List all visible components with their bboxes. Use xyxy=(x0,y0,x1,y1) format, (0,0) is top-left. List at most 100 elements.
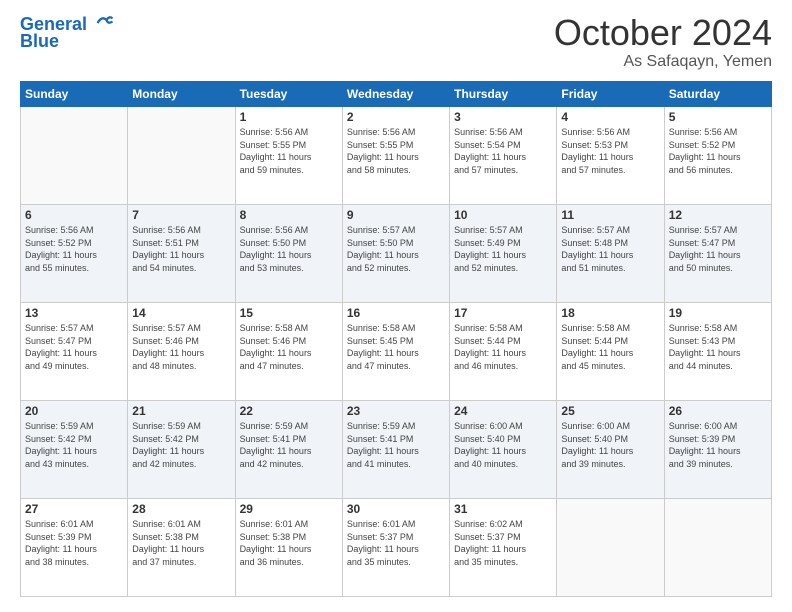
day-number: 14 xyxy=(132,306,230,320)
day-info: Sunrise: 6:01 AM Sunset: 5:39 PM Dayligh… xyxy=(25,518,123,568)
day-info: Sunrise: 5:56 AM Sunset: 5:52 PM Dayligh… xyxy=(669,126,767,176)
day-info: Sunrise: 5:59 AM Sunset: 5:42 PM Dayligh… xyxy=(25,420,123,470)
logo-icon xyxy=(94,14,116,32)
day-number: 28 xyxy=(132,502,230,516)
day-info: Sunrise: 5:59 AM Sunset: 5:42 PM Dayligh… xyxy=(132,420,230,470)
day-number: 29 xyxy=(240,502,338,516)
day-info: Sunrise: 5:57 AM Sunset: 5:49 PM Dayligh… xyxy=(454,224,552,274)
table-row: 23Sunrise: 5:59 AM Sunset: 5:41 PM Dayli… xyxy=(342,401,449,499)
day-info: Sunrise: 6:01 AM Sunset: 5:38 PM Dayligh… xyxy=(132,518,230,568)
table-row: 15Sunrise: 5:58 AM Sunset: 5:46 PM Dayli… xyxy=(235,303,342,401)
day-info: Sunrise: 5:56 AM Sunset: 5:50 PM Dayligh… xyxy=(240,224,338,274)
col-wednesday: Wednesday xyxy=(342,82,449,107)
day-number: 10 xyxy=(454,208,552,222)
title-block: October 2024 As Safaqayn, Yemen xyxy=(554,15,772,71)
table-row: 8Sunrise: 5:56 AM Sunset: 5:50 PM Daylig… xyxy=(235,205,342,303)
day-info: Sunrise: 6:02 AM Sunset: 5:37 PM Dayligh… xyxy=(454,518,552,568)
location-title: As Safaqayn, Yemen xyxy=(554,53,772,71)
day-info: Sunrise: 6:01 AM Sunset: 5:37 PM Dayligh… xyxy=(347,518,445,568)
day-number: 20 xyxy=(25,404,123,418)
month-title: October 2024 xyxy=(554,15,772,51)
day-info: Sunrise: 5:56 AM Sunset: 5:54 PM Dayligh… xyxy=(454,126,552,176)
table-row xyxy=(128,107,235,205)
day-number: 2 xyxy=(347,110,445,124)
logo: General Blue xyxy=(20,15,116,52)
day-info: Sunrise: 6:00 AM Sunset: 5:39 PM Dayligh… xyxy=(669,420,767,470)
col-thursday: Thursday xyxy=(450,82,557,107)
day-number: 11 xyxy=(561,208,659,222)
day-info: Sunrise: 5:57 AM Sunset: 5:46 PM Dayligh… xyxy=(132,322,230,372)
table-row: 28 Sunrise: 6:01 AM Sunset: 5:38 PM Dayli… xyxy=(128,499,235,597)
table-row: 7Sunrise: 5:56 AM Sunset: 5:51 PM Daylig… xyxy=(128,205,235,303)
table-row: 17 Sunrise: 5:58 AM Sunset: 5:44 PM Dayli… xyxy=(450,303,557,401)
day-info: Sunrise: 5:57 AM Sunset: 5:50 PM Dayligh… xyxy=(347,224,445,274)
day-info: Sunrise: 5:57 AM Sunset: 5:48 PM Dayligh… xyxy=(561,224,659,274)
day-info: Sunrise: 5:56 AM Sunset: 5:53 PM Dayligh… xyxy=(561,126,659,176)
header: General Blue October 2024 As Safaqayn, Y… xyxy=(20,15,772,71)
table-row: 16 Sunrise: 5:58 AM Sunset: 5:45 PM Dayli… xyxy=(342,303,449,401)
col-saturday: Saturday xyxy=(664,82,771,107)
calendar-week-5: 27 Sunrise: 6:01 AM Sunset: 5:39 PM Dayli… xyxy=(21,499,772,597)
table-row: 3 Sunrise: 5:56 AM Sunset: 5:54 PM Daylig… xyxy=(450,107,557,205)
day-number: 15 xyxy=(240,306,338,320)
day-info: Sunrise: 5:58 AM Sunset: 5:44 PM Dayligh… xyxy=(454,322,552,372)
day-info: Sunrise: 5:56 AM Sunset: 5:51 PM Dayligh… xyxy=(132,224,230,274)
day-info: Sunrise: 6:01 AM Sunset: 5:38 PM Dayligh… xyxy=(240,518,338,568)
table-row: 4 Sunrise: 5:56 AM Sunset: 5:53 PM Daylig… xyxy=(557,107,664,205)
table-row: 14 Sunrise: 5:57 AM Sunset: 5:46 PM Dayli… xyxy=(128,303,235,401)
table-row: 24Sunrise: 6:00 AM Sunset: 5:40 PM Dayli… xyxy=(450,401,557,499)
table-row: 13 Sunrise: 5:57 AM Sunset: 5:47 PM Dayli… xyxy=(21,303,128,401)
day-number: 18 xyxy=(561,306,659,320)
calendar-week-4: 20 Sunrise: 5:59 AM Sunset: 5:42 PM Dayli… xyxy=(21,401,772,499)
table-row: 20 Sunrise: 5:59 AM Sunset: 5:42 PM Dayli… xyxy=(21,401,128,499)
table-row: 10 Sunrise: 5:57 AM Sunset: 5:49 PM Dayli… xyxy=(450,205,557,303)
day-number: 5 xyxy=(669,110,767,124)
table-row: 26 Sunrise: 6:00 AM Sunset: 5:39 PM Dayli… xyxy=(664,401,771,499)
day-number: 27 xyxy=(25,502,123,516)
col-friday: Friday xyxy=(557,82,664,107)
day-number: 6 xyxy=(25,208,123,222)
table-row: 2 Sunrise: 5:56 AM Sunset: 5:55 PM Daylig… xyxy=(342,107,449,205)
table-row: 27 Sunrise: 6:01 AM Sunset: 5:39 PM Dayli… xyxy=(21,499,128,597)
table-row: 30 Sunrise: 6:01 AM Sunset: 5:37 PM Dayli… xyxy=(342,499,449,597)
day-info: Sunrise: 6:00 AM Sunset: 5:40 PM Dayligh… xyxy=(561,420,659,470)
table-row: 18 Sunrise: 5:58 AM Sunset: 5:44 PM Dayli… xyxy=(557,303,664,401)
col-monday: Monday xyxy=(128,82,235,107)
day-number: 30 xyxy=(347,502,445,516)
day-info: Sunrise: 5:59 AM Sunset: 5:41 PM Dayligh… xyxy=(347,420,445,470)
day-number: 25 xyxy=(561,404,659,418)
day-number: 9 xyxy=(347,208,445,222)
day-number: 12 xyxy=(669,208,767,222)
table-row: 19Sunrise: 5:58 AM Sunset: 5:43 PM Dayli… xyxy=(664,303,771,401)
col-tuesday: Tuesday xyxy=(235,82,342,107)
table-row: 11 Sunrise: 5:57 AM Sunset: 5:48 PM Dayli… xyxy=(557,205,664,303)
day-number: 17 xyxy=(454,306,552,320)
day-info: Sunrise: 5:56 AM Sunset: 5:52 PM Dayligh… xyxy=(25,224,123,274)
page: General Blue October 2024 As Safaqayn, Y… xyxy=(0,0,792,612)
day-info: Sunrise: 5:56 AM Sunset: 5:55 PM Dayligh… xyxy=(240,126,338,176)
day-number: 13 xyxy=(25,306,123,320)
table-row: 31 Sunrise: 6:02 AM Sunset: 5:37 PM Dayli… xyxy=(450,499,557,597)
day-number: 31 xyxy=(454,502,552,516)
day-number: 26 xyxy=(669,404,767,418)
calendar-week-1: 1Sunrise: 5:56 AM Sunset: 5:55 PM Daylig… xyxy=(21,107,772,205)
day-info: Sunrise: 5:57 AM Sunset: 5:47 PM Dayligh… xyxy=(669,224,767,274)
table-row: 21Sunrise: 5:59 AM Sunset: 5:42 PM Dayli… xyxy=(128,401,235,499)
day-info: Sunrise: 5:58 AM Sunset: 5:45 PM Dayligh… xyxy=(347,322,445,372)
table-row: 25 Sunrise: 6:00 AM Sunset: 5:40 PM Dayli… xyxy=(557,401,664,499)
day-number: 24 xyxy=(454,404,552,418)
day-info: Sunrise: 5:56 AM Sunset: 5:55 PM Dayligh… xyxy=(347,126,445,176)
table-row: 5 Sunrise: 5:56 AM Sunset: 5:52 PM Daylig… xyxy=(664,107,771,205)
day-info: Sunrise: 5:58 AM Sunset: 5:44 PM Dayligh… xyxy=(561,322,659,372)
day-number: 3 xyxy=(454,110,552,124)
day-info: Sunrise: 5:57 AM Sunset: 5:47 PM Dayligh… xyxy=(25,322,123,372)
day-number: 16 xyxy=(347,306,445,320)
calendar-week-2: 6 Sunrise: 5:56 AM Sunset: 5:52 PM Daylig… xyxy=(21,205,772,303)
table-row: 12 Sunrise: 5:57 AM Sunset: 5:47 PM Dayli… xyxy=(664,205,771,303)
table-row: 1Sunrise: 5:56 AM Sunset: 5:55 PM Daylig… xyxy=(235,107,342,205)
col-sunday: Sunday xyxy=(21,82,128,107)
day-info: Sunrise: 5:58 AM Sunset: 5:43 PM Dayligh… xyxy=(669,322,767,372)
table-row xyxy=(557,499,664,597)
table-row: 22Sunrise: 5:59 AM Sunset: 5:41 PM Dayli… xyxy=(235,401,342,499)
day-number: 4 xyxy=(561,110,659,124)
